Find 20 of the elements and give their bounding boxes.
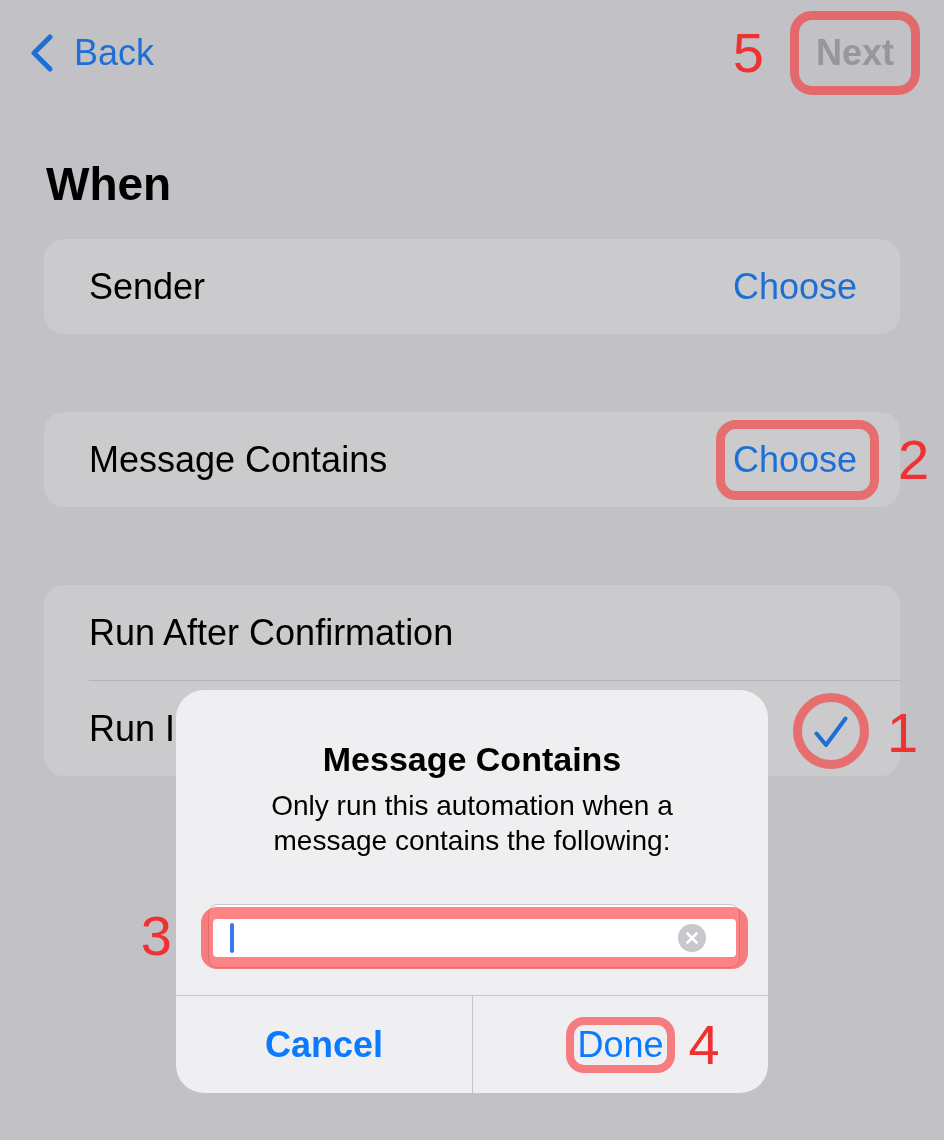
row-label: Message Contains [89, 438, 388, 481]
annotation-number: 2 [898, 431, 930, 488]
back-button[interactable]: Back [30, 32, 155, 74]
annotation-number: 4 [688, 1016, 720, 1073]
cursor-icon [230, 923, 234, 953]
done-button[interactable]: Done [569, 1019, 672, 1070]
row-label: Sender [89, 265, 206, 308]
option-label[interactable]: Run After Confirmation [89, 611, 454, 654]
alert-message: Only run this automation when a message contains the following: [270, 789, 674, 858]
annotation-number: 3 [140, 908, 172, 964]
alert-title: Message Contains [321, 739, 623, 779]
annotation-number: 1 [887, 704, 919, 761]
section-title: When [46, 158, 172, 210]
choose-button[interactable]: Choose [732, 438, 857, 481]
annotation-number: 5 [732, 25, 764, 81]
chevron-left-icon [30, 34, 54, 72]
option-label[interactable]: Run I [89, 707, 176, 750]
choose-button[interactable]: Choose [732, 265, 857, 308]
cancel-button[interactable]: Cancel [256, 1019, 392, 1070]
clear-icon[interactable] [678, 923, 706, 952]
